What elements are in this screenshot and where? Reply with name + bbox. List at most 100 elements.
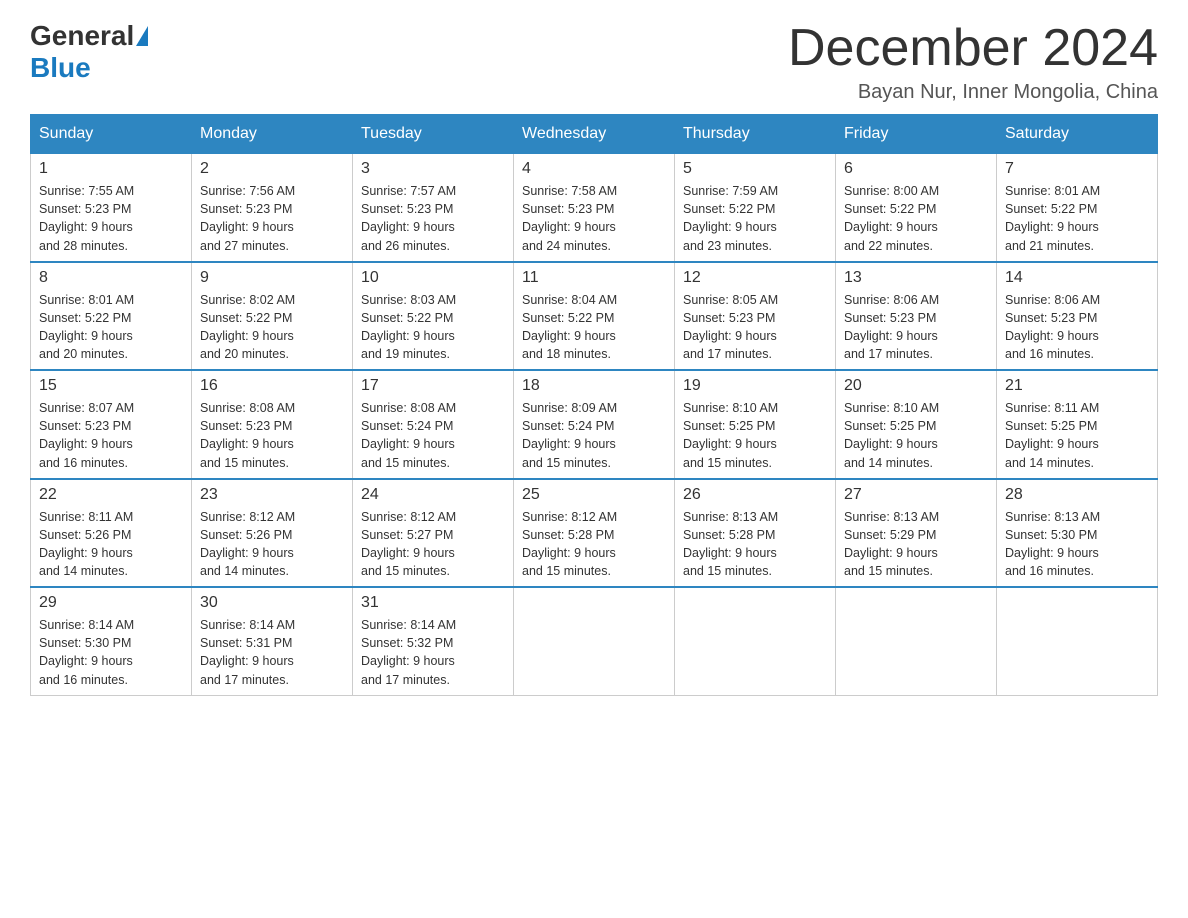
day-info: Sunrise: 8:13 AM Sunset: 5:28 PM Dayligh… — [683, 508, 827, 581]
day-info: Sunrise: 7:59 AM Sunset: 5:22 PM Dayligh… — [683, 182, 827, 255]
table-row: 31 Sunrise: 8:14 AM Sunset: 5:32 PM Dayl… — [353, 587, 514, 695]
day-number: 26 — [683, 486, 827, 504]
day-info: Sunrise: 8:13 AM Sunset: 5:29 PM Dayligh… — [844, 508, 988, 581]
day-number: 13 — [844, 269, 988, 287]
day-info: Sunrise: 8:10 AM Sunset: 5:25 PM Dayligh… — [683, 399, 827, 472]
table-row: 3 Sunrise: 7:57 AM Sunset: 5:23 PM Dayli… — [353, 154, 514, 262]
day-number: 28 — [1005, 486, 1149, 504]
table-row — [514, 587, 675, 695]
calendar-week-row: 8 Sunrise: 8:01 AM Sunset: 5:22 PM Dayli… — [31, 262, 1158, 371]
col-friday: Friday — [836, 115, 997, 154]
day-info: Sunrise: 8:01 AM Sunset: 5:22 PM Dayligh… — [1005, 182, 1149, 255]
day-number: 14 — [1005, 269, 1149, 287]
day-number: 20 — [844, 377, 988, 395]
table-row: 27 Sunrise: 8:13 AM Sunset: 5:29 PM Dayl… — [836, 479, 997, 588]
table-row: 29 Sunrise: 8:14 AM Sunset: 5:30 PM Dayl… — [31, 587, 192, 695]
day-info: Sunrise: 8:13 AM Sunset: 5:30 PM Dayligh… — [1005, 508, 1149, 581]
title-section: December 2024 Bayan Nur, Inner Mongolia,… — [788, 20, 1158, 104]
day-number: 11 — [522, 269, 666, 287]
day-number: 17 — [361, 377, 505, 395]
logo-triangle-icon — [136, 26, 148, 46]
day-number: 23 — [200, 486, 344, 504]
col-monday: Monday — [192, 115, 353, 154]
table-row: 9 Sunrise: 8:02 AM Sunset: 5:22 PM Dayli… — [192, 262, 353, 371]
col-wednesday: Wednesday — [514, 115, 675, 154]
table-row: 30 Sunrise: 8:14 AM Sunset: 5:31 PM Dayl… — [192, 587, 353, 695]
day-info: Sunrise: 8:04 AM Sunset: 5:22 PM Dayligh… — [522, 291, 666, 364]
table-row: 7 Sunrise: 8:01 AM Sunset: 5:22 PM Dayli… — [997, 154, 1158, 262]
day-number: 5 — [683, 160, 827, 178]
day-info: Sunrise: 8:01 AM Sunset: 5:22 PM Dayligh… — [39, 291, 183, 364]
table-row: 25 Sunrise: 8:12 AM Sunset: 5:28 PM Dayl… — [514, 479, 675, 588]
day-info: Sunrise: 8:12 AM Sunset: 5:28 PM Dayligh… — [522, 508, 666, 581]
col-saturday: Saturday — [997, 115, 1158, 154]
table-row — [675, 587, 836, 695]
table-row: 1 Sunrise: 7:55 AM Sunset: 5:23 PM Dayli… — [31, 154, 192, 262]
day-number: 3 — [361, 160, 505, 178]
table-row: 23 Sunrise: 8:12 AM Sunset: 5:26 PM Dayl… — [192, 479, 353, 588]
day-number: 25 — [522, 486, 666, 504]
table-row: 4 Sunrise: 7:58 AM Sunset: 5:23 PM Dayli… — [514, 154, 675, 262]
day-info: Sunrise: 8:08 AM Sunset: 5:23 PM Dayligh… — [200, 399, 344, 472]
table-row: 15 Sunrise: 8:07 AM Sunset: 5:23 PM Dayl… — [31, 370, 192, 479]
day-info: Sunrise: 7:55 AM Sunset: 5:23 PM Dayligh… — [39, 182, 183, 255]
day-number: 29 — [39, 594, 183, 612]
day-info: Sunrise: 8:14 AM Sunset: 5:31 PM Dayligh… — [200, 616, 344, 689]
day-number: 21 — [1005, 377, 1149, 395]
table-row — [997, 587, 1158, 695]
table-row: 13 Sunrise: 8:06 AM Sunset: 5:23 PM Dayl… — [836, 262, 997, 371]
table-row: 12 Sunrise: 8:05 AM Sunset: 5:23 PM Dayl… — [675, 262, 836, 371]
col-thursday: Thursday — [675, 115, 836, 154]
logo: General Blue — [30, 20, 150, 84]
day-number: 31 — [361, 594, 505, 612]
day-number: 7 — [1005, 160, 1149, 178]
day-number: 24 — [361, 486, 505, 504]
day-number: 12 — [683, 269, 827, 287]
day-info: Sunrise: 8:11 AM Sunset: 5:25 PM Dayligh… — [1005, 399, 1149, 472]
table-row: 11 Sunrise: 8:04 AM Sunset: 5:22 PM Dayl… — [514, 262, 675, 371]
day-number: 9 — [200, 269, 344, 287]
table-row: 21 Sunrise: 8:11 AM Sunset: 5:25 PM Dayl… — [997, 370, 1158, 479]
table-row: 22 Sunrise: 8:11 AM Sunset: 5:26 PM Dayl… — [31, 479, 192, 588]
table-row: 10 Sunrise: 8:03 AM Sunset: 5:22 PM Dayl… — [353, 262, 514, 371]
calendar-week-row: 15 Sunrise: 8:07 AM Sunset: 5:23 PM Dayl… — [31, 370, 1158, 479]
day-number: 6 — [844, 160, 988, 178]
table-row: 18 Sunrise: 8:09 AM Sunset: 5:24 PM Dayl… — [514, 370, 675, 479]
day-number: 22 — [39, 486, 183, 504]
calendar-week-row: 29 Sunrise: 8:14 AM Sunset: 5:30 PM Dayl… — [31, 587, 1158, 695]
day-info: Sunrise: 8:06 AM Sunset: 5:23 PM Dayligh… — [844, 291, 988, 364]
col-tuesday: Tuesday — [353, 115, 514, 154]
day-info: Sunrise: 8:07 AM Sunset: 5:23 PM Dayligh… — [39, 399, 183, 472]
logo-blue-text: Blue — [30, 52, 91, 83]
day-number: 18 — [522, 377, 666, 395]
table-row: 8 Sunrise: 8:01 AM Sunset: 5:22 PM Dayli… — [31, 262, 192, 371]
day-number: 10 — [361, 269, 505, 287]
day-info: Sunrise: 8:05 AM Sunset: 5:23 PM Dayligh… — [683, 291, 827, 364]
table-row — [836, 587, 997, 695]
day-number: 1 — [39, 160, 183, 178]
day-info: Sunrise: 8:12 AM Sunset: 5:26 PM Dayligh… — [200, 508, 344, 581]
calendar-week-row: 22 Sunrise: 8:11 AM Sunset: 5:26 PM Dayl… — [31, 479, 1158, 588]
day-number: 19 — [683, 377, 827, 395]
day-info: Sunrise: 8:06 AM Sunset: 5:23 PM Dayligh… — [1005, 291, 1149, 364]
table-row: 24 Sunrise: 8:12 AM Sunset: 5:27 PM Dayl… — [353, 479, 514, 588]
day-info: Sunrise: 8:14 AM Sunset: 5:32 PM Dayligh… — [361, 616, 505, 689]
location-text: Bayan Nur, Inner Mongolia, China — [788, 81, 1158, 104]
col-sunday: Sunday — [31, 115, 192, 154]
day-number: 2 — [200, 160, 344, 178]
day-number: 8 — [39, 269, 183, 287]
page-header: General Blue December 2024 Bayan Nur, In… — [30, 20, 1158, 104]
calendar-table: Sunday Monday Tuesday Wednesday Thursday… — [30, 114, 1158, 696]
day-info: Sunrise: 8:14 AM Sunset: 5:30 PM Dayligh… — [39, 616, 183, 689]
day-info: Sunrise: 8:02 AM Sunset: 5:22 PM Dayligh… — [200, 291, 344, 364]
day-info: Sunrise: 8:03 AM Sunset: 5:22 PM Dayligh… — [361, 291, 505, 364]
day-number: 30 — [200, 594, 344, 612]
month-title: December 2024 — [788, 20, 1158, 77]
table-row: 17 Sunrise: 8:08 AM Sunset: 5:24 PM Dayl… — [353, 370, 514, 479]
table-row: 14 Sunrise: 8:06 AM Sunset: 5:23 PM Dayl… — [997, 262, 1158, 371]
day-number: 16 — [200, 377, 344, 395]
table-row: 28 Sunrise: 8:13 AM Sunset: 5:30 PM Dayl… — [997, 479, 1158, 588]
day-info: Sunrise: 7:56 AM Sunset: 5:23 PM Dayligh… — [200, 182, 344, 255]
table-row: 5 Sunrise: 7:59 AM Sunset: 5:22 PM Dayli… — [675, 154, 836, 262]
logo-general-text: General — [30, 20, 134, 52]
